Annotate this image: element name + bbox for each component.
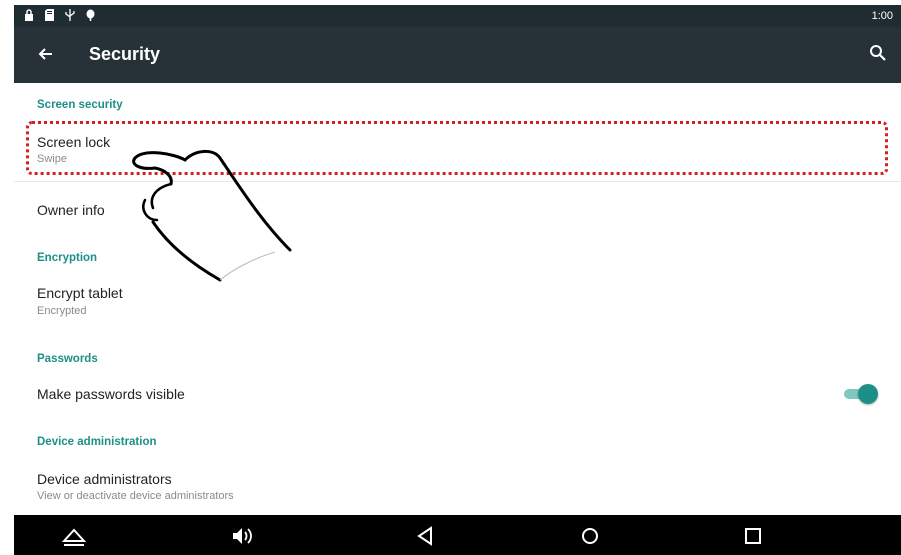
recents-square-icon[interactable]	[741, 525, 765, 547]
back-triangle-icon[interactable]	[414, 525, 438, 547]
toggle-thumb	[858, 384, 878, 404]
section-header-passwords: Passwords	[37, 353, 98, 365]
status-icons	[24, 9, 95, 21]
usb-icon	[65, 9, 75, 21]
volume-icon[interactable]	[230, 525, 254, 547]
tap-hand-icon	[132, 150, 292, 282]
page-title: Security	[89, 44, 161, 64]
setting-device-administrators[interactable]: Device administrators View or deactivate…	[14, 461, 901, 511]
section-header-screen-security: Screen security	[37, 99, 123, 111]
clock: 1:00	[871, 10, 893, 22]
status-bar: 1:00	[14, 5, 901, 27]
android-debug-icon	[86, 9, 95, 21]
setting-make-passwords-visible[interactable]: Make passwords visible	[14, 375, 901, 415]
setting-title: Encrypt tablet	[37, 285, 123, 301]
lock-icon	[25, 9, 33, 21]
app-bar: Security	[14, 27, 901, 83]
passwords-visible-toggle[interactable]	[844, 383, 880, 405]
sd-card-icon	[45, 9, 54, 21]
setting-title: Owner info	[37, 202, 105, 218]
setting-summary: View or deactivate device administrators	[37, 490, 234, 502]
arrow-back-icon[interactable]	[36, 44, 56, 64]
section-header-encryption: Encryption	[37, 252, 98, 264]
setting-title: Make passwords visible	[37, 386, 185, 402]
navigation-bar	[14, 515, 901, 555]
setting-summary: Encrypted	[37, 305, 87, 317]
setting-title: Device administrators	[37, 471, 172, 487]
home-outline-icon[interactable]	[62, 525, 86, 547]
section-header-device-administration: Device administration	[37, 436, 157, 448]
home-circle-icon[interactable]	[578, 525, 602, 547]
search-icon[interactable]	[869, 44, 887, 62]
